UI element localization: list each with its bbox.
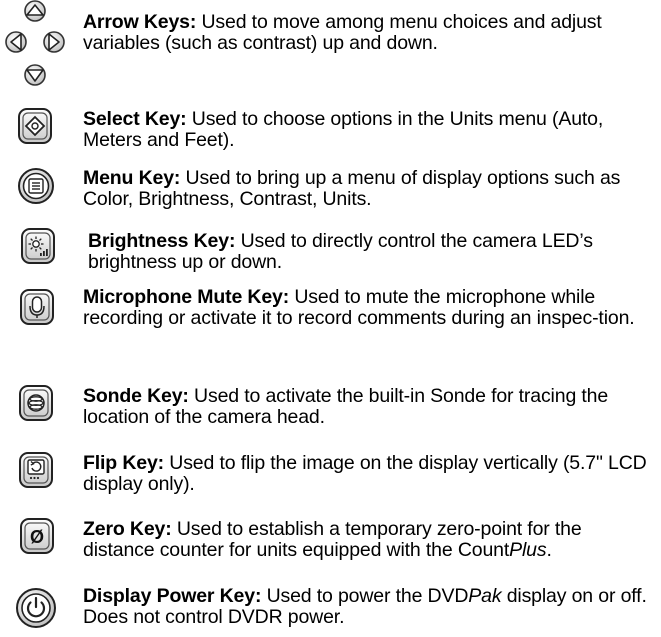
brightness-key-entry: Brightness Key: Used to directly control… [0,227,661,277]
select-key-icon [17,107,53,145]
arrow-keys-icon [4,0,66,90]
key-desc: Used to flip the image on the display ve… [83,452,647,495]
key-name: Arrow Keys: [83,11,197,33]
microphone-mute-key-description: Microphone Mute Key: Used to mute the mi… [83,287,653,329]
display-power-key-description: Display Power Key: Used to power the DVD… [83,586,653,628]
flip-key-description: Flip Key: Used to flip the image on the … [83,453,653,495]
brightness-key-description: Brightness Key: Used to directly control… [88,231,653,273]
key-desc-end: . [546,539,552,561]
key-desc-italic: Plus [509,539,547,561]
zero-key-icon: Ø [19,517,55,555]
key-name: Zero Key: [83,518,172,540]
flip-key-icon [18,451,54,489]
key-name: Flip Key: [83,452,164,474]
arrow-keys-entry: Arrow Keys: Used to move among menu choi… [0,0,661,92]
key-name: Microphone Mute Key: [83,286,290,308]
microphone-mute-key-entry: Microphone Mute Key: Used to mute the mi… [0,287,661,357]
key-name: Menu Key: [83,167,181,189]
microphone-mute-key-icon [19,288,55,326]
select-key-entry: Select Key: Used to choose options in th… [0,107,661,157]
key-name: Select Key: [83,108,187,130]
key-desc-italic: Pak [468,585,502,607]
sonde-key-icon [18,384,54,422]
arrow-keys-description: Arrow Keys: Used to move among menu choi… [83,12,653,54]
zero-key-description: Zero Key: Used to establish a temporary … [83,519,653,561]
zero-glyph: Ø [30,527,44,547]
key-name: Sonde Key: [83,385,189,407]
menu-key-entry: Menu Key: Used to bring up a menu of dis… [0,166,661,216]
sonde-key-entry: Sonde Key: Used to activate the built-in… [0,384,661,434]
flip-key-entry: Flip Key: Used to flip the image on the … [0,451,661,501]
zero-key-entry: Ø Zero Key: Used to establish a temporar… [0,517,661,567]
display-power-key-entry: Display Power Key: Used to power the DVD… [0,586,661,636]
menu-key-icon [17,166,55,206]
menu-key-description: Menu Key: Used to bring up a menu of dis… [83,168,653,210]
key-name: Display Power Key: [83,585,262,607]
key-name: Brightness Key: [88,230,236,252]
key-desc: Used to power the DVD [261,585,469,607]
brightness-key-icon [20,227,56,265]
sonde-key-description: Sonde Key: Used to activate the built-in… [83,386,653,428]
display-power-key-icon [15,586,57,630]
select-key-description: Select Key: Used to choose options in th… [83,109,653,151]
